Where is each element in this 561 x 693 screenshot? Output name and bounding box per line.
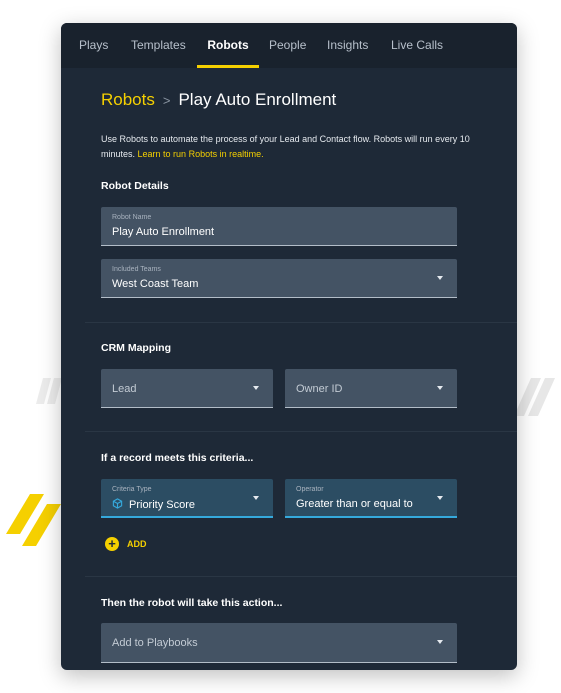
tab-robots[interactable]: Robots	[197, 23, 259, 68]
chevron-down-icon	[437, 386, 443, 390]
criteria-heading: If a record meets this criteria...	[101, 452, 254, 464]
realtime-help-link[interactable]: Learn to run Robots in realtime.	[138, 149, 264, 159]
robot-details-heading: Robot Details	[101, 180, 169, 192]
criteria-type-select[interactable]: Criteria Type Priority Score	[101, 479, 273, 518]
tab-insights[interactable]: Insights	[327, 23, 368, 68]
section-divider	[85, 576, 517, 577]
operator-select[interactable]: Operator Greater than or equal to	[285, 479, 457, 518]
action-select[interactable]: Add to Playbooks	[101, 623, 457, 663]
breadcrumb-robots-link[interactable]: Robots	[101, 90, 155, 109]
screenshot-stage: Plays Templates Robots People Insights L…	[0, 0, 561, 693]
chevron-down-icon	[253, 386, 259, 390]
section-divider	[85, 322, 517, 323]
robot-name-value: Play Auto Enrollment	[112, 226, 215, 238]
plus-icon: +	[105, 537, 119, 551]
tab-live-calls[interactable]: Live Calls	[391, 23, 443, 68]
owner-id-placeholder: Owner ID	[296, 383, 343, 395]
cube-icon	[112, 498, 123, 509]
chevron-down-icon	[437, 496, 443, 500]
tab-people[interactable]: People	[269, 23, 306, 68]
add-criteria-label: ADD	[127, 539, 147, 549]
top-navigation: Plays Templates Robots People Insights L…	[61, 23, 517, 68]
criteria-type-value: Priority Score	[129, 499, 196, 511]
operator-label: Operator	[296, 486, 324, 493]
operator-value: Greater than or equal to	[296, 498, 413, 510]
lead-select[interactable]: Lead	[101, 369, 273, 408]
breadcrumb-separator: >	[162, 93, 171, 108]
intro-text: Use Robots to automate the process of yo…	[101, 132, 471, 162]
crm-mapping-heading: CRM Mapping	[101, 342, 171, 354]
included-teams-label: Included Teams	[112, 266, 161, 273]
chevron-down-icon	[437, 276, 443, 280]
section-divider	[85, 431, 517, 432]
robot-name-field[interactable]: Robot Name Play Auto Enrollment	[101, 207, 457, 246]
criteria-type-value-wrap: Priority Score	[112, 498, 195, 511]
included-teams-value: West Coast Team	[112, 278, 199, 290]
action-heading: Then the robot will take this action...	[101, 597, 283, 609]
robot-editor-panel: Plays Templates Robots People Insights L…	[61, 23, 517, 670]
page-title: Play Auto Enrollment	[178, 90, 337, 109]
chevron-down-icon	[437, 640, 443, 644]
chevron-down-icon	[253, 496, 259, 500]
tab-templates[interactable]: Templates	[131, 23, 186, 68]
owner-id-select[interactable]: Owner ID	[285, 369, 457, 408]
action-placeholder: Add to Playbooks	[112, 637, 198, 649]
lead-placeholder: Lead	[112, 383, 137, 395]
robot-name-label: Robot Name	[112, 214, 152, 221]
included-teams-select[interactable]: Included Teams West Coast Team	[101, 259, 457, 298]
add-criteria-button[interactable]: + ADD	[105, 536, 147, 552]
breadcrumb: Robots > Play Auto Enrollment	[101, 90, 336, 110]
tab-plays[interactable]: Plays	[79, 23, 108, 68]
criteria-type-label: Criteria Type	[112, 486, 152, 493]
